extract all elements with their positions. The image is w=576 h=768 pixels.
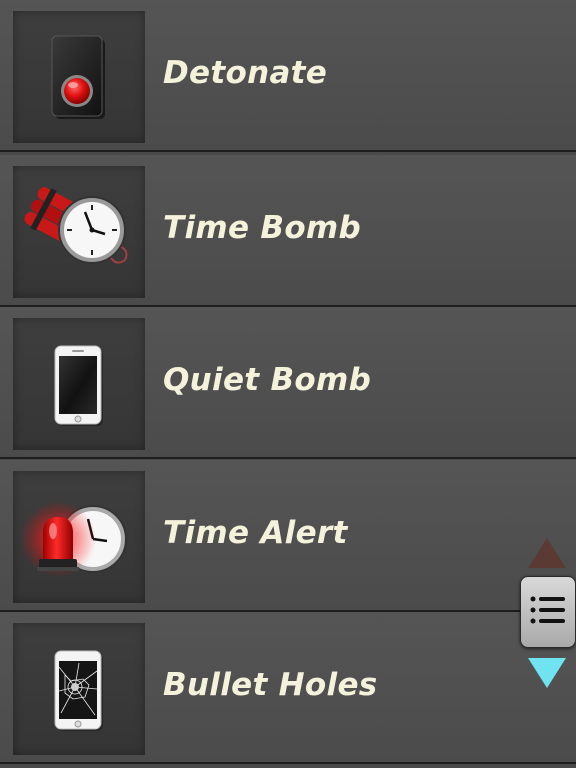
list-item-bullet-holes[interactable]: Bullet Holes <box>0 612 576 764</box>
dynamite-clock-icon <box>13 166 145 298</box>
list-item-label: Detonate <box>163 55 328 91</box>
list-item-label: Time Bomb <box>163 210 362 246</box>
phone-icon <box>13 318 145 450</box>
scroll-up-button[interactable] <box>526 536 568 570</box>
list-item-label: Time Alert <box>163 515 348 551</box>
triangle-down-icon <box>528 658 566 688</box>
menu-button[interactable] <box>520 576 576 648</box>
list-item-time-bomb[interactable]: Time Bomb <box>0 155 576 307</box>
list-item-quiet-bomb[interactable]: Quiet Bomb <box>0 307 576 459</box>
siren-clock-icon <box>13 471 145 603</box>
cracked-phone-icon <box>13 623 145 755</box>
list-item-time-alert[interactable]: Time Alert <box>0 460 576 612</box>
list-item-detonate[interactable]: Detonate <box>0 0 576 152</box>
list-item-label: Quiet Bomb <box>163 362 372 398</box>
detonator-button-icon <box>13 11 145 143</box>
triangle-up-icon <box>528 538 566 568</box>
scroll-controls <box>518 536 576 696</box>
scroll-down-button[interactable] <box>526 656 568 690</box>
list-item-label: Bullet Holes <box>163 667 378 703</box>
mode-list: Detonate Time Bomb Quiet Bomb Time Alert… <box>0 0 576 768</box>
list-icon <box>530 596 565 624</box>
